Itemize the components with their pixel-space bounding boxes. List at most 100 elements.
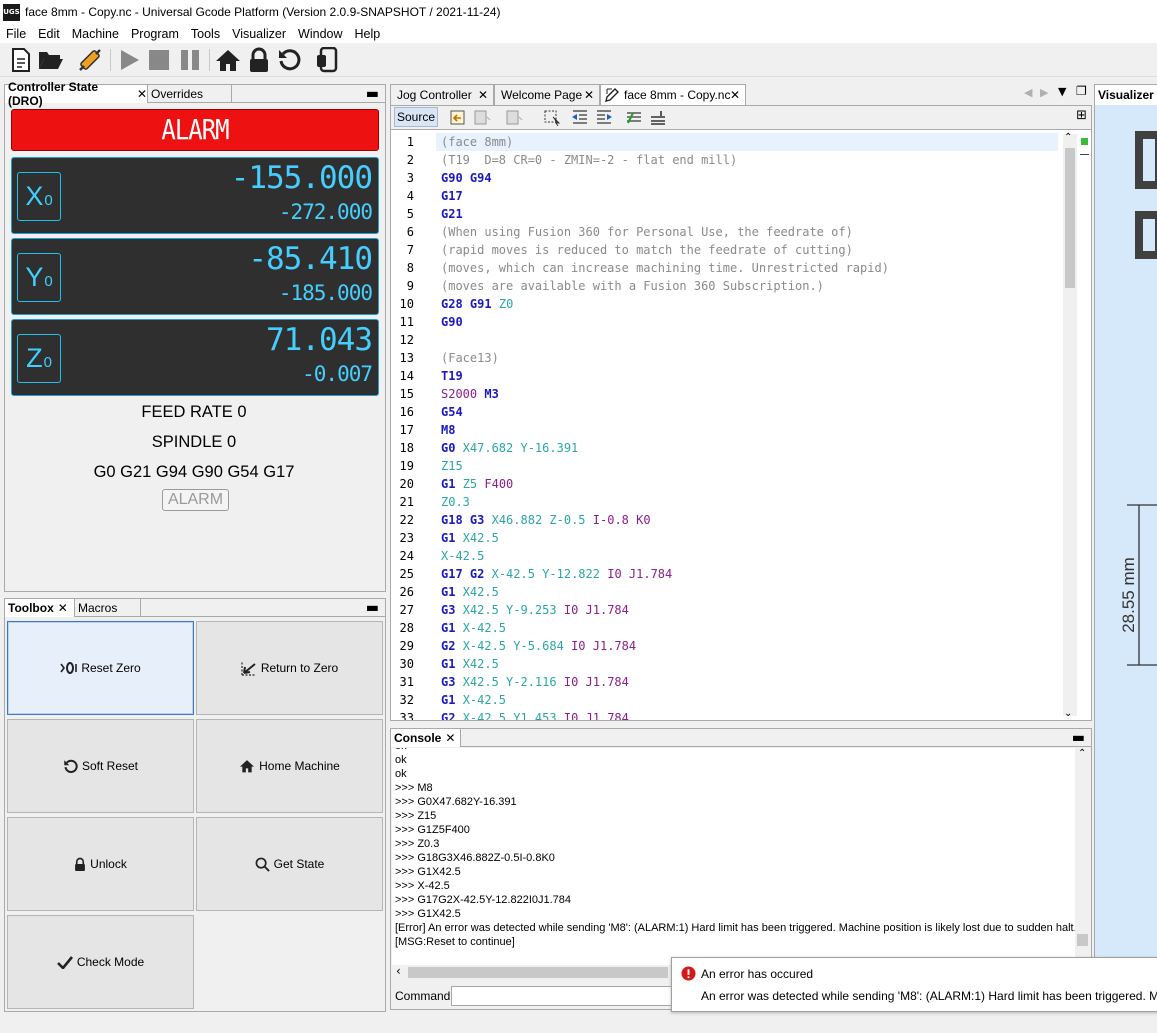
scroll-down-icon[interactable]: ⌄: [1064, 708, 1072, 719]
tab-overrides[interactable]: Overrides: [148, 85, 232, 103]
menu-window[interactable]: Window: [292, 27, 348, 41]
connect-button[interactable]: [77, 47, 103, 73]
code-line[interactable]: G90 G94: [441, 169, 492, 187]
scroll-left-icon[interactable]: ‹: [396, 964, 401, 978]
code-line[interactable]: G17: [441, 187, 463, 205]
menu-visualizer[interactable]: Visualizer: [226, 27, 292, 41]
error-notification[interactable]: An error has occured An error was detect…: [671, 957, 1157, 1012]
code-line[interactable]: G2 X-42.5 Y-5.684 I0 J1.784: [441, 637, 636, 655]
visualizer-canvas[interactable]: 28.55 mm: [1095, 105, 1157, 1009]
source-button[interactable]: Source: [394, 107, 438, 127]
menu-tools[interactable]: Tools: [185, 27, 226, 41]
code-line[interactable]: S2000 M3: [441, 385, 499, 403]
code-line[interactable]: G18 G3 X46.882 Z-0.5 I-0.8 K0: [441, 511, 651, 529]
tab-macros[interactable]: Macros: [75, 599, 141, 617]
tab-jog-controller[interactable]: Jog Controller✕: [390, 84, 494, 105]
scroll-up-icon[interactable]: ⌃: [1064, 132, 1072, 143]
menu-program[interactable]: Program: [125, 27, 185, 41]
code-line[interactable]: Z0.3: [441, 493, 470, 511]
minimize-icon[interactable]: ▬: [366, 85, 379, 103]
split-view-icon[interactable]: ⊞: [1076, 108, 1087, 123]
code-line[interactable]: G3 X42.5 Y-9.253 I0 J1.784: [441, 601, 629, 619]
code-line[interactable]: G3 X42.5 Y-2.116 I0 J1.784: [441, 673, 629, 691]
minimize-icon[interactable]: ▬: [1072, 729, 1085, 747]
code-line[interactable]: G1 Z5 F400: [441, 475, 513, 493]
tab-controller-state[interactable]: Controller State (DRO)✕: [5, 85, 148, 103]
menu-help[interactable]: Help: [349, 27, 387, 41]
close-icon[interactable]: ✕: [58, 601, 68, 615]
maximize-icon[interactable]: ❐: [1076, 84, 1087, 98]
close-icon[interactable]: ✕: [137, 87, 147, 101]
code-line[interactable]: T19: [441, 367, 463, 385]
tab-welcome-page[interactable]: Welcome Page✕: [494, 84, 600, 105]
menu-file[interactable]: File: [0, 27, 32, 41]
code-line[interactable]: G21: [441, 205, 463, 223]
code-line[interactable]: (face 8mm): [441, 133, 513, 151]
tab-gcode-file[interactable]: face 8mm - Copy.nc✕: [600, 84, 746, 105]
shift-left-icon[interactable]: [571, 109, 589, 126]
back-icon[interactable]: [473, 109, 491, 126]
reset-button[interactable]: [276, 47, 302, 73]
tab-console[interactable]: Console✕: [391, 729, 461, 747]
select-icon[interactable]: [543, 109, 561, 126]
stop-button[interactable]: [146, 47, 172, 73]
code-line[interactable]: Z15: [441, 457, 463, 475]
code-line[interactable]: G90: [441, 313, 463, 331]
play-button[interactable]: [116, 47, 142, 73]
console-vertical-scrollbar[interactable]: ⌃ ⌄: [1075, 748, 1090, 976]
scrollbar-thumb[interactable]: [1077, 934, 1088, 946]
code-line[interactable]: (moves are available with a Fusion 360 S…: [441, 277, 824, 295]
tab-scroll-left-icon[interactable]: ◀: [1024, 86, 1032, 99]
open-folder-button[interactable]: [38, 47, 64, 73]
unlock-button[interactable]: Unlock: [7, 817, 194, 911]
comment-icon[interactable]: [625, 109, 643, 126]
tab-toolbox[interactable]: Toolbox✕: [5, 599, 75, 617]
minimize-icon[interactable]: ▬: [366, 599, 379, 617]
tab-visualizer[interactable]: Visualizer: [1095, 85, 1157, 105]
menu-machine[interactable]: Machine: [66, 27, 125, 41]
editor-vertical-scrollbar[interactable]: ⌃ ⌄: [1063, 134, 1077, 716]
soft-reset-button[interactable]: Soft Reset: [7, 719, 194, 813]
scrollbar-thumb[interactable]: [408, 967, 668, 978]
pause-button[interactable]: [177, 47, 203, 73]
code-line[interactable]: G1 X42.5: [441, 655, 499, 673]
code-line[interactable]: (When using Fusion 360 for Personal Use,…: [441, 223, 853, 241]
code-line[interactable]: G17 G2 X-42.5 Y-12.822 I0 J1.784: [441, 565, 672, 583]
code-line[interactable]: G1 X42.5: [441, 529, 499, 547]
return-to-zero-button[interactable]: Return to Zero: [196, 621, 383, 715]
console-output[interactable]: okokok>>> M8>>> G0X47.682Y-16.391>>> Z15…: [392, 748, 1076, 976]
outline-button[interactable]: [314, 47, 340, 73]
check-mode-button[interactable]: Check Mode: [7, 915, 194, 1009]
code-line[interactable]: (Face13): [441, 349, 499, 367]
code-line[interactable]: X-42.5: [441, 547, 484, 565]
scroll-up-icon[interactable]: ⌃: [1078, 748, 1086, 759]
axis-y-label[interactable]: Y0: [17, 253, 61, 302]
code-line[interactable]: G1 X42.5: [441, 583, 499, 601]
code-line[interactable]: M8: [441, 421, 455, 439]
gcode-editor[interactable]: 1234567891011121314151617181920212223242…: [390, 129, 1092, 721]
reset-zero-button[interactable]: Reset Zero: [7, 621, 194, 715]
code-line[interactable]: G0 X47.682 Y-16.391: [441, 439, 578, 457]
code-line[interactable]: (T19 D=8 CR=0 - ZMIN=-2 - flat end mill): [441, 151, 737, 169]
menu-edit[interactable]: Edit: [32, 27, 66, 41]
forward-icon[interactable]: [505, 109, 523, 126]
code-line[interactable]: G28 G91 Z0: [441, 295, 513, 313]
code-line[interactable]: (moves, which can increase machining tim…: [441, 259, 889, 277]
open-file-button[interactable]: [8, 47, 34, 73]
home-button[interactable]: [215, 47, 241, 73]
get-state-button[interactable]: Get State: [196, 817, 383, 911]
tab-scroll-right-icon[interactable]: ▶: [1040, 86, 1048, 99]
code-line[interactable]: G1 X-42.5: [441, 619, 506, 637]
code-line[interactable]: G1 X-42.5: [441, 691, 506, 709]
close-icon[interactable]: ✕: [730, 88, 740, 102]
close-icon[interactable]: ✕: [478, 88, 488, 102]
scrollbar-thumb[interactable]: [1065, 148, 1075, 288]
code-line[interactable]: (rapid moves is reduced to match the fee…: [441, 241, 853, 259]
tab-list-icon[interactable]: ▼: [1058, 85, 1066, 98]
axis-z-label[interactable]: Z0: [17, 334, 61, 383]
home-machine-button[interactable]: Home Machine: [196, 719, 383, 813]
axis-x-label[interactable]: X0: [17, 172, 61, 221]
last-edit-icon[interactable]: [449, 109, 467, 126]
uncomment-icon[interactable]: [649, 109, 667, 126]
code-line[interactable]: G54: [441, 403, 463, 421]
